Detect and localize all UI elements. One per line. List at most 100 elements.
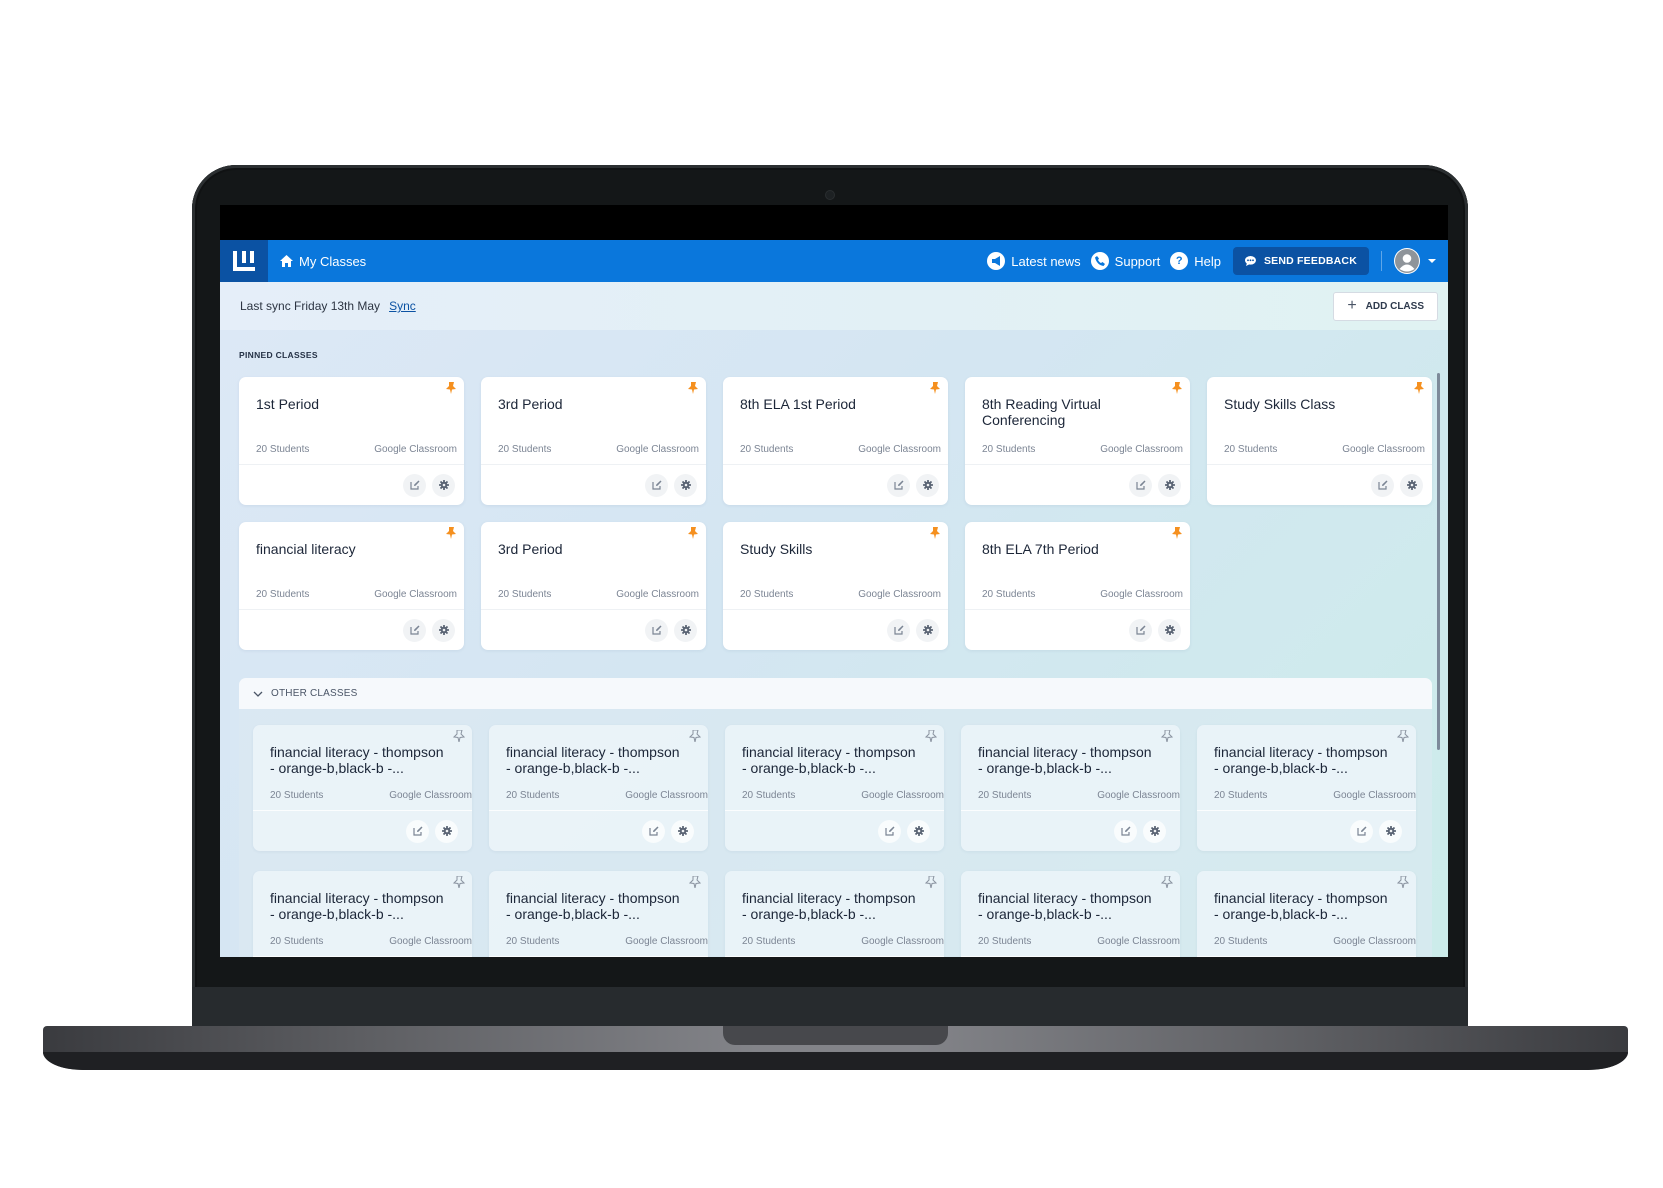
gear-icon (1164, 625, 1175, 635)
edit-icon (884, 826, 894, 836)
class-settings-button[interactable] (435, 819, 458, 843)
other-class-card[interactable]: financial literacy - thompson - orange-b… (489, 871, 708, 957)
pin-outline-icon[interactable] (1397, 730, 1409, 742)
edit-class-button[interactable] (403, 618, 426, 642)
class-settings-button[interactable] (916, 618, 939, 642)
class-settings-button[interactable] (907, 819, 930, 843)
pinned-class-card[interactable]: Study Skills Class 20 Students Google Cl… (1207, 377, 1432, 505)
class-settings-button[interactable] (1158, 473, 1181, 497)
edit-class-button[interactable] (1114, 819, 1137, 843)
other-class-card[interactable]: financial literacy - thompson - orange-b… (961, 871, 1180, 957)
class-card-actions (961, 811, 1180, 851)
class-card-actions (481, 610, 706, 650)
pinned-class-card[interactable]: 3rd Period 20 Students Google Classroom (481, 377, 706, 505)
edit-class-button[interactable] (645, 473, 668, 497)
other-class-card[interactable]: financial literacy - thompson - orange-b… (253, 871, 472, 957)
edit-class-button[interactable] (1350, 819, 1373, 843)
other-class-card[interactable]: financial literacy - thompson - orange-b… (1197, 725, 1416, 851)
pinned-star-icon[interactable] (929, 382, 941, 394)
pin-outline-icon[interactable] (453, 730, 465, 742)
add-class-button[interactable]: + ADD CLASS (1333, 291, 1438, 321)
pinned-class-card[interactable]: financial literacy 20 Students Google Cl… (239, 522, 464, 650)
student-count: 20 Students (1214, 936, 1268, 947)
edit-class-button[interactable] (642, 819, 665, 843)
edit-class-button[interactable] (406, 819, 429, 843)
class-settings-button[interactable] (916, 473, 939, 497)
class-card-body: financial literacy - thompson - orange-b… (961, 871, 1180, 957)
pinned-class-card[interactable]: 3rd Period 20 Students Google Classroom (481, 522, 706, 650)
gear-icon (1385, 826, 1396, 836)
class-settings-button[interactable] (1400, 473, 1423, 497)
pin-outline-icon[interactable] (1397, 876, 1409, 888)
pinned-star-icon[interactable] (1171, 382, 1183, 394)
edit-class-button[interactable] (887, 618, 910, 642)
plus-icon: + (1347, 297, 1357, 314)
send-feedback-button[interactable]: SEND FEEDBACK (1232, 247, 1369, 275)
other-class-card[interactable]: financial literacy - thompson - orange-b… (1197, 871, 1416, 957)
pinned-star-icon[interactable] (1171, 527, 1183, 539)
other-class-card[interactable]: financial literacy - thompson - orange-b… (725, 725, 944, 851)
support-link[interactable]: Support (1090, 252, 1160, 270)
edit-class-button[interactable] (1371, 473, 1394, 497)
pin-outline-icon[interactable] (1161, 730, 1173, 742)
pinned-class-card[interactable]: 8th ELA 7th Period 20 Students Google Cl… (965, 522, 1190, 650)
pin-outline-icon[interactable] (1161, 876, 1173, 888)
scrollbar-thumb[interactable] (1437, 373, 1440, 750)
class-settings-button[interactable] (671, 819, 694, 843)
user-avatar[interactable] (1394, 248, 1420, 274)
class-settings-button[interactable] (674, 618, 697, 642)
edit-class-button[interactable] (1129, 618, 1152, 642)
other-class-card[interactable]: financial literacy - thompson - orange-b… (961, 725, 1180, 851)
pinned-star-icon[interactable] (445, 527, 457, 539)
class-source: Google Classroom (625, 790, 708, 801)
pin-outline-icon[interactable] (689, 876, 701, 888)
home-icon (280, 255, 293, 267)
nav-my-classes[interactable]: My Classes (280, 254, 366, 269)
class-card-body: financial literacy - thompson - orange-b… (489, 871, 708, 957)
class-settings-button[interactable] (1158, 618, 1181, 642)
class-settings-button[interactable] (432, 618, 455, 642)
class-source: Google Classroom (1097, 936, 1180, 947)
edit-class-button[interactable] (1129, 473, 1152, 497)
class-settings-button[interactable] (1379, 819, 1402, 843)
laptop-hinge-notch (723, 1026, 948, 1045)
class-settings-button[interactable] (1143, 819, 1166, 843)
edit-class-button[interactable] (878, 819, 901, 843)
student-count: 20 Students (982, 589, 1036, 600)
pinned-class-card[interactable]: Study Skills 20 Students Google Classroo… (723, 522, 948, 650)
other-classes-toggle[interactable]: OTHER CLASSES (239, 678, 1432, 709)
class-title: Study Skills Class (1224, 396, 1336, 412)
class-source: Google Classroom (1100, 444, 1183, 455)
pinned-star-icon[interactable] (687, 527, 699, 539)
pin-outline-icon[interactable] (925, 876, 937, 888)
pinned-class-card[interactable]: 8th ELA 1st Period 20 Students Google Cl… (723, 377, 948, 505)
pinned-star-icon[interactable] (445, 382, 457, 394)
app-logo[interactable] (220, 240, 268, 282)
pinned-class-card[interactable]: 1st Period 20 Students Google Classroom (239, 377, 464, 505)
pinned-star-icon[interactable] (687, 382, 699, 394)
user-menu-chevron-down-icon[interactable] (1428, 259, 1436, 263)
edit-class-button[interactable] (645, 618, 668, 642)
edit-class-button[interactable] (887, 473, 910, 497)
latest-news-link[interactable]: Latest news (987, 252, 1081, 270)
other-class-card[interactable]: financial literacy - thompson - orange-b… (253, 725, 472, 851)
student-count: 20 Students (498, 589, 552, 600)
pinned-star-icon[interactable] (1413, 382, 1425, 394)
student-count: 20 Students (1214, 790, 1268, 801)
sync-link[interactable]: Sync (389, 299, 416, 313)
class-settings-button[interactable] (432, 473, 455, 497)
edit-class-button[interactable] (403, 473, 426, 497)
class-settings-button[interactable] (674, 473, 697, 497)
help-link[interactable]: ? Help (1170, 252, 1221, 270)
pin-outline-icon[interactable] (453, 876, 465, 888)
other-class-card[interactable]: financial literacy - thompson - orange-b… (489, 725, 708, 851)
pin-outline-icon[interactable] (925, 730, 937, 742)
student-count: 20 Students (978, 790, 1032, 801)
other-class-card[interactable]: financial literacy - thompson - orange-b… (725, 871, 944, 957)
pin-outline-icon[interactable] (689, 730, 701, 742)
class-source: Google Classroom (389, 936, 472, 947)
pinned-class-card[interactable]: 8th Reading Virtual Conferencing 20 Stud… (965, 377, 1190, 505)
student-count: 20 Students (498, 444, 552, 455)
pinned-star-icon[interactable] (929, 527, 941, 539)
edit-icon (1120, 826, 1130, 836)
